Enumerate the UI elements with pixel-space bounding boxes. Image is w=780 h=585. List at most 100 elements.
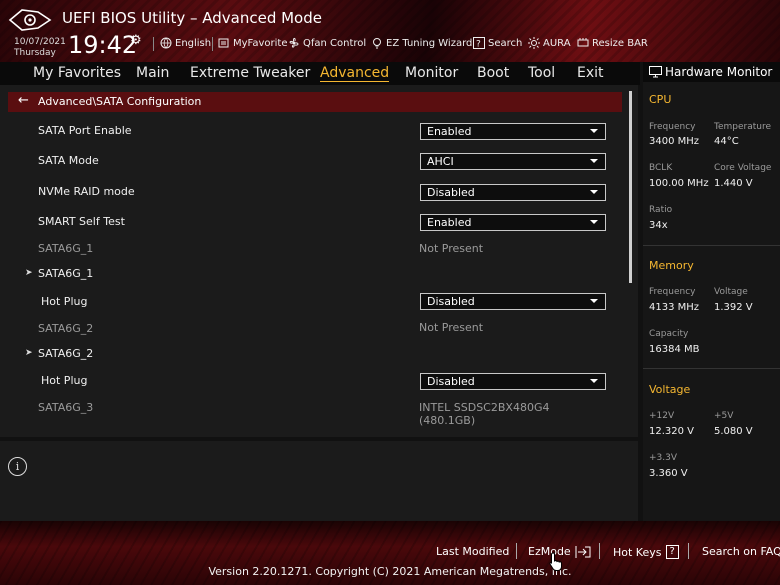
dropdown-value: Disabled (427, 295, 475, 308)
tab-boot[interactable]: Boot (477, 65, 509, 81)
help-panel: i (0, 441, 638, 521)
memory-capacity-label: Capacity (649, 329, 689, 339)
chevron-down-icon (590, 379, 598, 383)
version-text: Version 2.20.1271. Copyright (C) 2021 Am… (208, 565, 572, 578)
aura-label: AURA (543, 37, 571, 49)
back-arrow-icon[interactable]: ← (18, 93, 29, 108)
cpu-frequency-label: Frequency (649, 122, 696, 132)
v5-value: 5.080 V (714, 426, 753, 437)
tab-advanced[interactable]: Advanced (320, 65, 390, 82)
hot-plug-1-dropdown[interactable]: Disabled (420, 293, 606, 310)
ez-tuning-wizard-label: EZ Tuning Wizard (386, 37, 473, 49)
cpu-heading: CPU (649, 93, 672, 106)
gear-icon[interactable]: ⚙ (130, 33, 142, 48)
setting-label-hot-plug-1: Hot Plug (41, 295, 88, 308)
qfan-button[interactable]: Qfan Control (288, 37, 366, 49)
dropdown-value: Enabled (427, 216, 472, 229)
setting-label-hot-plug-2: Hot Plug (41, 374, 88, 387)
clock: 19:42 (68, 31, 138, 59)
hand-cursor-icon (549, 552, 562, 571)
dropdown-value: AHCI (427, 155, 454, 168)
chevron-down-icon (590, 159, 598, 163)
sata6g-1-label: SATA6G_1 (38, 242, 94, 255)
sata6g-2-label: SATA6G_2 (38, 322, 94, 335)
setting-label-nvme-raid-mode: NVMe RAID mode (38, 185, 135, 198)
svg-text:?: ? (476, 40, 481, 50)
v5-label: +5V (714, 411, 734, 421)
resize-bar-icon (577, 38, 589, 47)
monitor-icon (649, 66, 662, 78)
last-modified-label: Last Modified (436, 545, 510, 558)
tab-main[interactable]: Main (136, 65, 169, 81)
setting-label-sata-port-enable: SATA Port Enable (38, 124, 132, 137)
search-label: Search (488, 37, 523, 49)
chevron-down-icon (590, 299, 598, 303)
search-icon: ? (473, 37, 485, 49)
tab-exit[interactable]: Exit (577, 65, 604, 81)
hot-keys-label: Hot Keys (613, 545, 662, 559)
favorite-icon (218, 38, 229, 48)
dropdown-value: Disabled (427, 186, 475, 199)
chevron-down-icon (590, 190, 598, 194)
tab-extreme-tweaker[interactable]: Extreme Tweaker (190, 65, 310, 81)
sata-port-enable-dropdown[interactable]: Enabled (420, 123, 606, 140)
hot-plug-2-dropdown[interactable]: Disabled (420, 373, 606, 390)
sata6g-1-submenu[interactable]: SATA6G_1 (38, 267, 93, 280)
sata-mode-dropdown[interactable]: AHCI (420, 153, 606, 170)
main-menu-bar: My Favorites Main Extreme Tweaker Advanc… (0, 62, 640, 85)
tab-monitor[interactable]: Monitor (405, 65, 458, 81)
v33-label: +3.3V (649, 453, 678, 463)
qfan-label: Qfan Control (303, 37, 367, 49)
chevron-down-icon (590, 220, 598, 224)
memory-voltage-label: Voltage (714, 287, 748, 297)
bclk-value: 100.00 MHz (649, 178, 709, 189)
tab-my-favorites[interactable]: My Favorites (33, 65, 121, 81)
resize-bar-label: Resize BAR (592, 37, 648, 49)
memory-voltage-value: 1.392 V (714, 302, 753, 313)
date-display: 10/07/2021 Thursday (14, 37, 66, 59)
last-modified-button[interactable]: Last Modified (436, 545, 509, 558)
sata6g-3-device: INTEL SSDSC2BX480G4 (480.1GB) (419, 401, 549, 427)
globe-icon (160, 37, 172, 49)
cpu-frequency-value: 3400 MHz (649, 136, 700, 147)
v12-value: 12.320 V (649, 426, 695, 437)
search-faq-button[interactable]: Search on FAQ (702, 545, 780, 558)
tab-tool[interactable]: Tool (528, 65, 555, 81)
exit-to-ezmode-icon (575, 545, 591, 558)
search-faq-label: Search on FAQ (702, 545, 780, 558)
language-label: English (175, 37, 212, 49)
sata6g-2-submenu[interactable]: SATA6G_2 (38, 347, 93, 360)
section-divider (643, 245, 780, 246)
breadcrumb-text: Advanced\SATA Configuration (38, 95, 202, 108)
dropdown-value: Disabled (427, 375, 475, 388)
myfavorite-button[interactable]: MyFavorite (218, 37, 288, 49)
breadcrumb[interactable]: ← Advanced\SATA Configuration (8, 92, 622, 112)
footer-divider (688, 543, 689, 559)
cpu-temperature-value: 44°C (714, 136, 739, 147)
scrollbar[interactable] (629, 91, 632, 283)
help-key-icon: ? (665, 545, 679, 559)
core-voltage-label: Core Voltage (714, 163, 772, 173)
setting-label-sata-mode: SATA Mode (38, 154, 99, 167)
memory-heading: Memory (649, 259, 694, 272)
bulb-icon (373, 38, 381, 49)
language-button[interactable]: English (160, 37, 211, 49)
settings-panel: ← Advanced\SATA Configuration SATA Port … (0, 85, 638, 437)
memory-frequency-label: Frequency (649, 287, 696, 297)
setting-label-smart-self-test: SMART Self Test (38, 215, 125, 228)
date-text: 10/07/2021 (14, 37, 66, 47)
resize-bar-button[interactable]: Resize BAR (577, 37, 648, 49)
search-button[interactable]: ? Search (473, 37, 522, 49)
nvme-raid-mode-dropdown[interactable]: Disabled (420, 184, 606, 201)
smart-self-test-dropdown[interactable]: Enabled (420, 214, 606, 231)
aura-button[interactable]: AURA (528, 37, 571, 49)
core-voltage-value: 1.440 V (714, 178, 753, 189)
v33-value: 3.360 V (649, 468, 688, 479)
ez-tuning-wizard-button[interactable]: EZ Tuning Wizard (371, 37, 472, 49)
hot-keys-button[interactable]: Hot Keys ? (613, 545, 679, 559)
hardware-monitor-header: Hardware Monitor (643, 62, 780, 82)
info-icon: i (8, 457, 27, 476)
hardware-monitor-title: Hardware Monitor (665, 65, 773, 79)
sata6g-3-model: INTEL SSDSC2BX480G4 (419, 401, 550, 414)
chevron-down-icon (590, 129, 598, 133)
